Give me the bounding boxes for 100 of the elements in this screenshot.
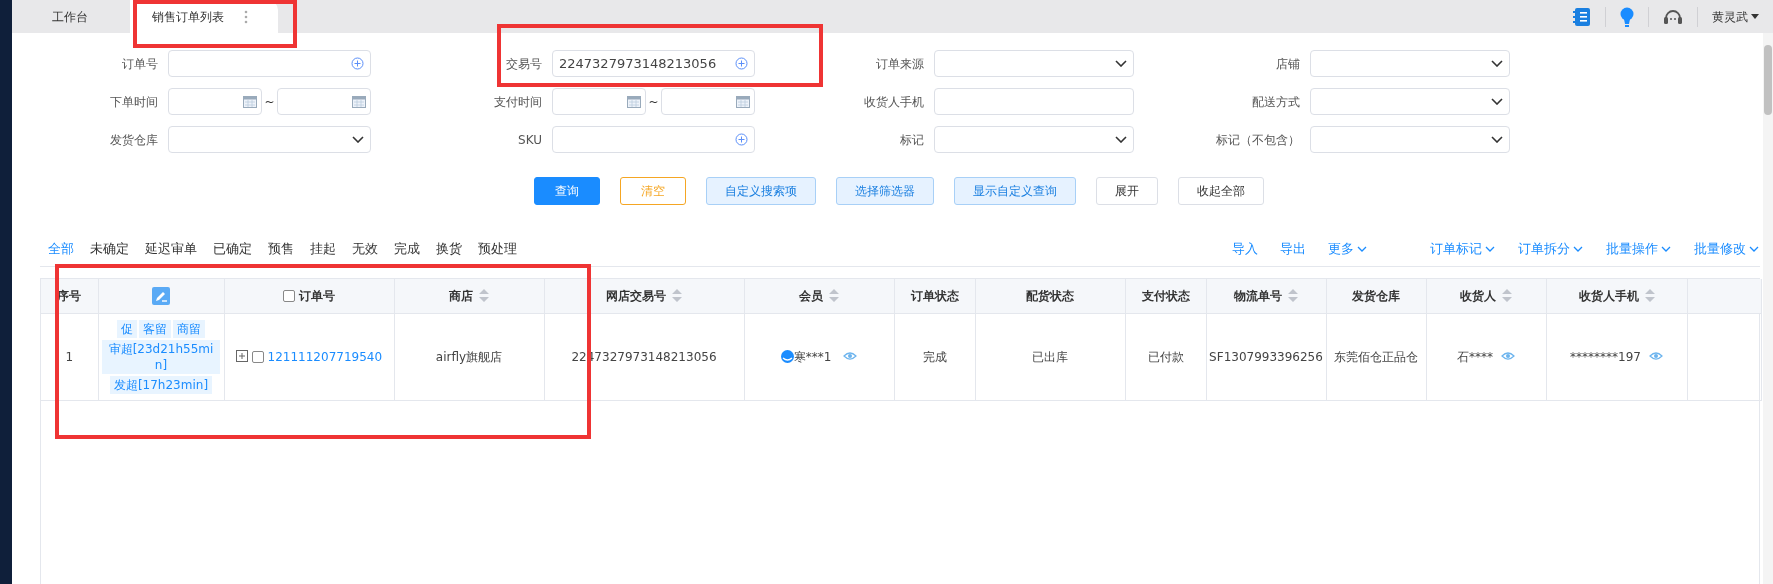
status-tab[interactable]: 预处理 xyxy=(478,238,517,259)
status-tab[interactable]: 预售 xyxy=(268,238,294,259)
sort-icon xyxy=(672,289,682,303)
input-field[interactable]: 2247327973148213056 xyxy=(552,50,755,77)
toolbar-link[interactable]: 批量操作 xyxy=(1606,238,1672,259)
toolbar-link[interactable]: 订单标记 xyxy=(1430,238,1496,259)
checkbox[interactable] xyxy=(282,289,295,302)
select-field[interactable] xyxy=(1310,88,1510,115)
chevron-icon xyxy=(1115,60,1127,67)
edit-icon[interactable] xyxy=(152,287,170,305)
field-label: 收货人手机 xyxy=(863,93,924,111)
tag: 商留 xyxy=(173,319,205,338)
calendar-icon xyxy=(352,95,366,108)
checkbox[interactable] xyxy=(251,350,264,363)
chevron-icon xyxy=(1491,60,1503,67)
sort-icon xyxy=(1644,289,1655,303)
field-label: 标记（不包含） xyxy=(1215,131,1300,149)
column-header: 配货状态 xyxy=(1026,287,1074,305)
select-field[interactable] xyxy=(1310,50,1510,77)
column-header: 订单状态 xyxy=(910,287,959,305)
table-cell: 已出库 xyxy=(1032,349,1068,364)
range-separator: ~ xyxy=(648,93,659,111)
action-button[interactable]: 选择筛选器 xyxy=(835,177,934,205)
notebook-icon[interactable] xyxy=(1573,6,1591,27)
select-field[interactable] xyxy=(934,50,1134,77)
expand-icon[interactable] xyxy=(235,349,248,362)
lightbulb-icon[interactable] xyxy=(1620,6,1634,27)
select-field[interactable] xyxy=(1310,126,1510,153)
action-button[interactable]: 收起全部 xyxy=(1177,177,1264,205)
tag: 客留 xyxy=(139,319,171,338)
date-field[interactable] xyxy=(660,88,755,115)
table-cell: 石**** xyxy=(1457,349,1493,364)
sort-icon xyxy=(1502,289,1512,303)
action-button[interactable]: 展开 xyxy=(1095,177,1158,205)
field-value: 2247327973148213056 xyxy=(559,54,718,73)
column-header: 订单号 xyxy=(299,288,336,303)
calendar-icon xyxy=(243,95,258,108)
calendar-icon xyxy=(736,95,750,108)
eye-icon[interactable] xyxy=(1648,349,1663,362)
eye-icon[interactable] xyxy=(843,349,858,362)
toolbar-link[interactable]: 批量修改 xyxy=(1694,238,1760,259)
status-tab[interactable]: 无效 xyxy=(352,238,378,259)
more-icon[interactable] xyxy=(244,9,248,24)
table-cell: airfly旗舰店 xyxy=(435,349,503,364)
sort-icon xyxy=(1288,289,1298,303)
chevron-icon xyxy=(1491,98,1503,105)
toolbar-link[interactable]: 导出 xyxy=(1280,238,1306,259)
table-cell: 完成 xyxy=(922,349,947,364)
status-tab[interactable]: 未确定 xyxy=(90,238,129,259)
field-label: 交易号 xyxy=(505,55,542,73)
field-label: 下单时间 xyxy=(109,93,158,111)
table-cell: 东莞佰仓正品仓 xyxy=(1334,349,1418,364)
status-tab[interactable]: 挂起 xyxy=(310,238,336,259)
status-tab[interactable]: 全部 xyxy=(48,238,74,259)
date-field[interactable] xyxy=(552,88,647,115)
action-button[interactable]: 显示自定义查询 xyxy=(953,177,1076,205)
tag: 促 xyxy=(117,319,137,338)
status-tab[interactable]: 完成 xyxy=(394,238,420,259)
add-icon[interactable] xyxy=(735,57,748,70)
field-label: 标记 xyxy=(899,131,924,149)
toolbar-link[interactable]: 订单拆分 xyxy=(1518,238,1584,259)
field-label: 支付时间 xyxy=(493,93,542,111)
field-label: 配送方式 xyxy=(1251,93,1300,111)
action-button[interactable]: 自定义搜索项 xyxy=(705,177,816,205)
column-header[interactable]: 会员 xyxy=(799,286,839,305)
input-field[interactable] xyxy=(552,126,755,153)
select-field[interactable] xyxy=(934,126,1134,153)
add-icon[interactable] xyxy=(735,133,748,146)
status-tab[interactable]: 已确定 xyxy=(213,238,252,259)
eye-icon[interactable] xyxy=(1501,349,1515,362)
column-header[interactable]: 商店 xyxy=(449,286,489,305)
status-tab[interactable]: 延迟审单 xyxy=(145,238,197,259)
scrollbar[interactable] xyxy=(1763,33,1773,584)
avatar-icon xyxy=(780,349,794,363)
add-icon[interactable] xyxy=(351,57,364,70)
table-cell: ********197 xyxy=(1570,349,1641,364)
page-tab[interactable]: 工作台 xyxy=(22,0,130,33)
input-field[interactable] xyxy=(934,88,1134,115)
chevron-icon xyxy=(1115,136,1127,143)
timer-tag: 发超[17h23min] xyxy=(109,375,213,394)
chevron-icon xyxy=(1491,136,1503,143)
column-header: 支付状态 xyxy=(1141,287,1190,305)
toolbar-link[interactable]: 导入 xyxy=(1232,238,1258,259)
select-field[interactable] xyxy=(168,126,371,153)
calendar-icon xyxy=(627,95,642,108)
date-field[interactable] xyxy=(168,88,263,115)
field-label: SKU xyxy=(517,131,542,149)
date-field[interactable] xyxy=(276,88,371,115)
field-label: 订单来源 xyxy=(875,55,924,73)
input-field[interactable] xyxy=(168,50,371,77)
status-tab[interactable]: 换货 xyxy=(436,238,462,259)
toolbar-link[interactable]: 更多 xyxy=(1328,238,1368,259)
row-number: 1 xyxy=(65,349,74,364)
sort-icon xyxy=(479,289,489,303)
user-menu[interactable]: 黄灵武 xyxy=(1712,7,1759,26)
caret-icon xyxy=(1751,14,1759,19)
range-separator: ~ xyxy=(264,93,275,111)
field-label: 发货仓库 xyxy=(109,131,158,149)
sort-icon xyxy=(829,289,839,303)
table-cell: 寒***1 xyxy=(793,349,832,364)
